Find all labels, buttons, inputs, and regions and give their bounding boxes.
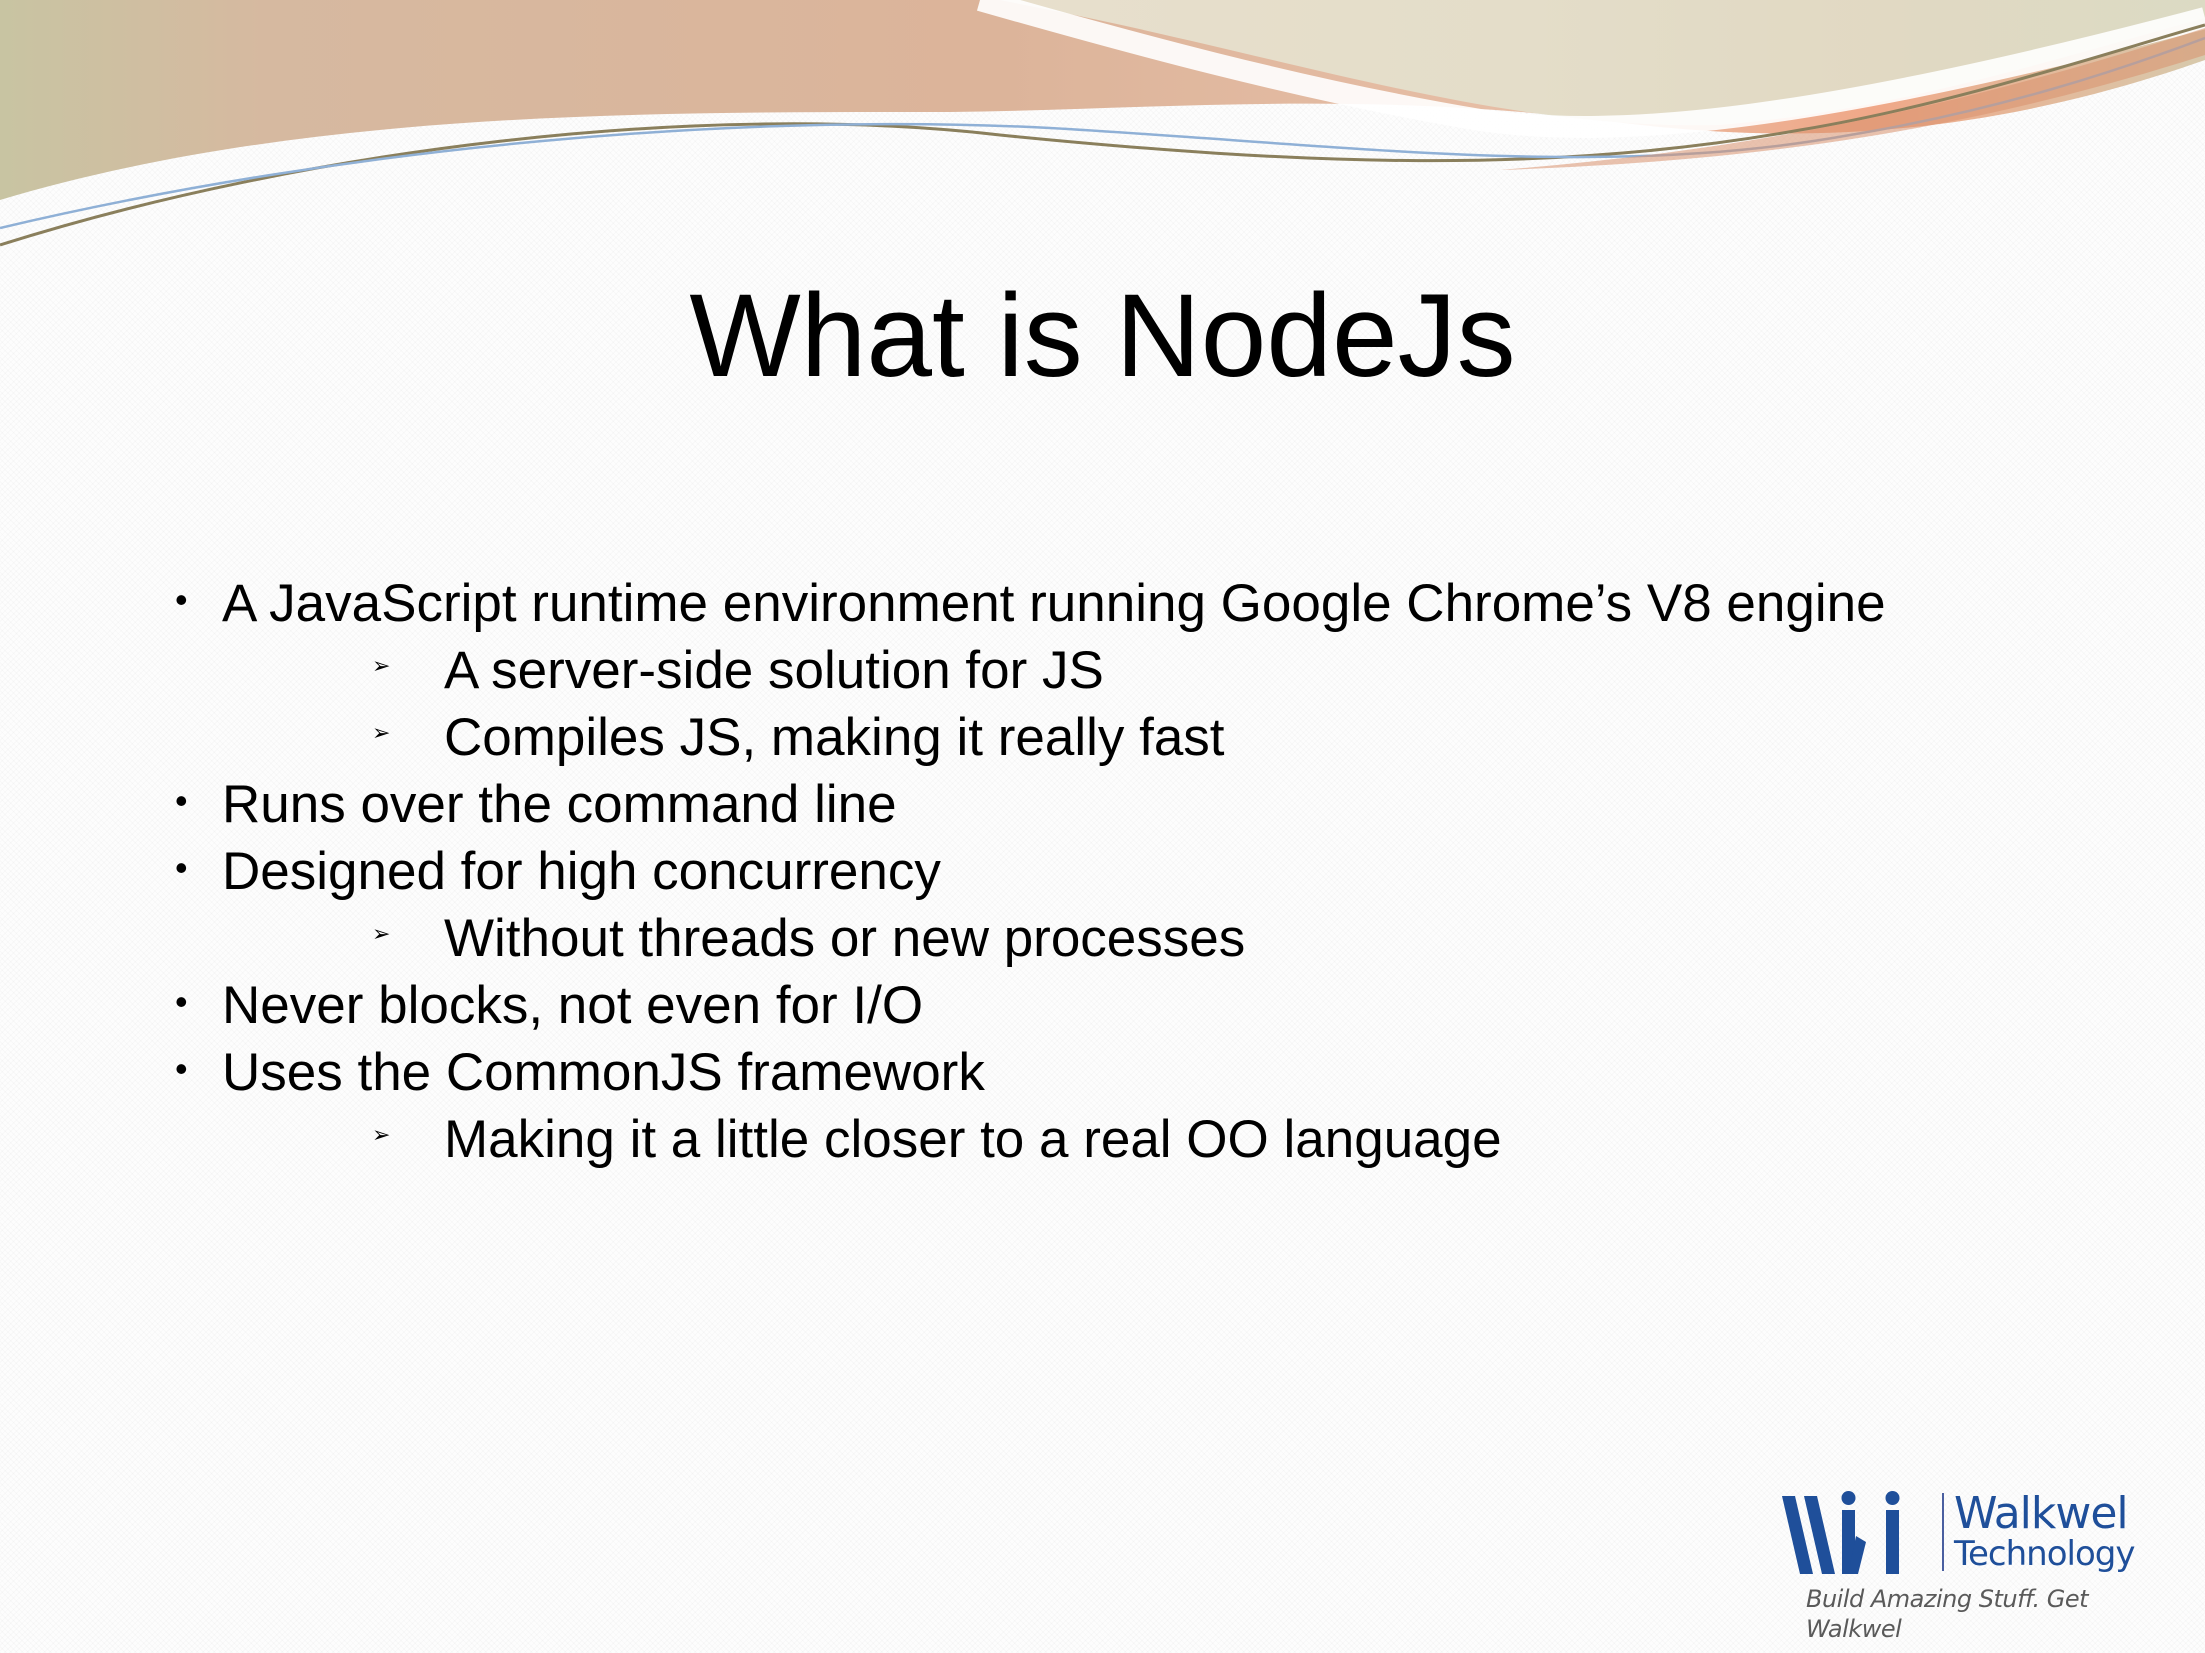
decorative-swoosh-header: [0, 0, 2205, 247]
bullet-list: • A JavaScript runtime environment runni…: [0, 570, 2205, 1173]
bullet-dot-icon: •: [175, 981, 188, 1022]
bullet-text: A JavaScript runtime environment running…: [222, 574, 1886, 633]
bullet-item: • Designed for high concurrency: [0, 838, 2205, 905]
sub-bullet-text: A server-side solution for JS: [444, 641, 1104, 700]
sub-bullet-text: Compiles JS, making it really fast: [444, 708, 1225, 767]
logo-tagline: Build Amazing Stuff. Get Walkwel: [1806, 1585, 2089, 1643]
sub-bullet-text: Without threads or new processes: [444, 909, 1246, 968]
sub-bullet-item: ➢ A server-side solution for JS: [0, 637, 2205, 704]
bullet-text: Designed for high concurrency: [222, 842, 941, 901]
bullet-dot-icon: •: [175, 579, 188, 620]
slide: What is NodeJs • A JavaScript runtime en…: [0, 0, 2205, 1653]
sub-bullet-item: ➢ Without threads or new processes: [0, 905, 2205, 972]
bullet-text: Runs over the command line: [222, 775, 897, 834]
bullet-text: Uses the CommonJS framework: [222, 1043, 985, 1102]
sub-bullet-text: Making it a little closer to a real OO l…: [444, 1110, 1502, 1169]
sub-bullet-item: ➢ Making it a little closer to a real OO…: [0, 1106, 2205, 1173]
sub-bullet-item: ➢ Compiles JS, making it really fast: [0, 704, 2205, 771]
bullet-dot-icon: •: [175, 847, 188, 888]
bullet-text: Never blocks, not even for I/O: [222, 976, 924, 1035]
arrow-bullet-icon: ➢: [372, 921, 391, 946]
arrow-bullet-icon: ➢: [372, 1122, 391, 1147]
bullet-dot-icon: •: [175, 1048, 188, 1089]
slide-title: What is NodeJs: [689, 270, 1516, 402]
bullet-item: • Runs over the command line: [0, 771, 2205, 838]
walkwel-logo: Walkwel Technology Build Amazing Stuff. …: [1782, 1488, 2136, 1643]
bullet-item: • Never blocks, not even for I/O: [0, 972, 2205, 1039]
walkwel-logo-mark-icon: [1782, 1491, 1900, 1574]
bullet-item: • Uses the CommonJS framework: [0, 1039, 2205, 1106]
bullet-dot-icon: •: [175, 780, 188, 821]
arrow-bullet-icon: ➢: [372, 720, 391, 745]
logo-name: Walkwel: [1954, 1488, 2129, 1539]
logo-subname: Technology: [1954, 1534, 2135, 1574]
arrow-bullet-icon: ➢: [372, 653, 391, 678]
bullet-item: • A JavaScript runtime environment runni…: [0, 570, 2205, 637]
logo-divider: [1942, 1493, 1944, 1571]
